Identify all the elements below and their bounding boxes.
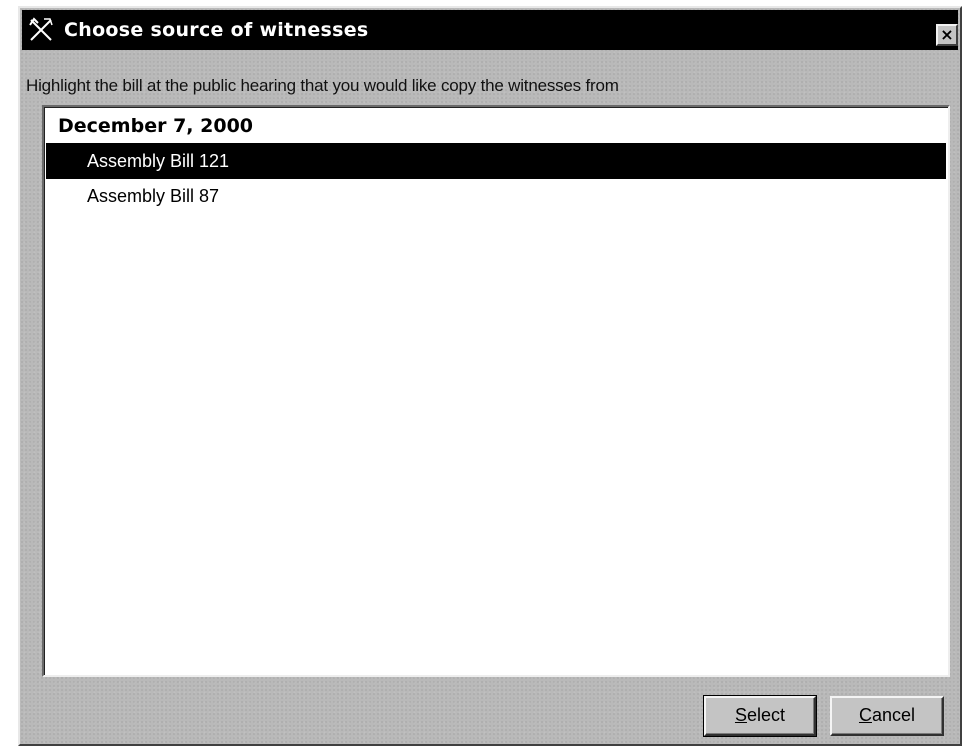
list-item-assembly-bill-87[interactable]: Assembly Bill 87 (46, 178, 946, 214)
cancel-label-rest: ancel (871, 705, 916, 725)
cancel-button-label: Cancel (859, 705, 915, 725)
cancel-mnemonic: C (858, 705, 872, 725)
select-button[interactable]: Select (703, 695, 817, 737)
select-button-label: Select (735, 705, 785, 725)
list-item-label: Assembly Bill 121 (87, 151, 230, 171)
hearing-bills-listbox[interactable]: December 7, 2000 Assembly Bill 121 Assem… (42, 105, 950, 677)
crossed-tools-icon (29, 17, 53, 41)
hearing-date-header: December 7, 2000 (58, 115, 254, 137)
select-mnemonic: S (734, 705, 747, 725)
cancel-button[interactable]: Cancel (830, 696, 944, 736)
select-label-rest: elect (746, 705, 786, 725)
list-item-assembly-bill-121[interactable]: Assembly Bill 121 (46, 143, 946, 179)
title-bar[interactable]: Choose source of witnesses × (22, 10, 958, 50)
close-button[interactable]: × (936, 24, 958, 46)
window-title: Choose source of witnesses (64, 19, 369, 41)
list-item-label: Assembly Bill 87 (87, 186, 220, 206)
instruction-label: Highlight the bill at the public hearing… (26, 76, 619, 95)
choose-source-dialog: Choose source of witnesses × Highlight t… (18, 6, 962, 746)
close-icon: × (940, 25, 954, 44)
